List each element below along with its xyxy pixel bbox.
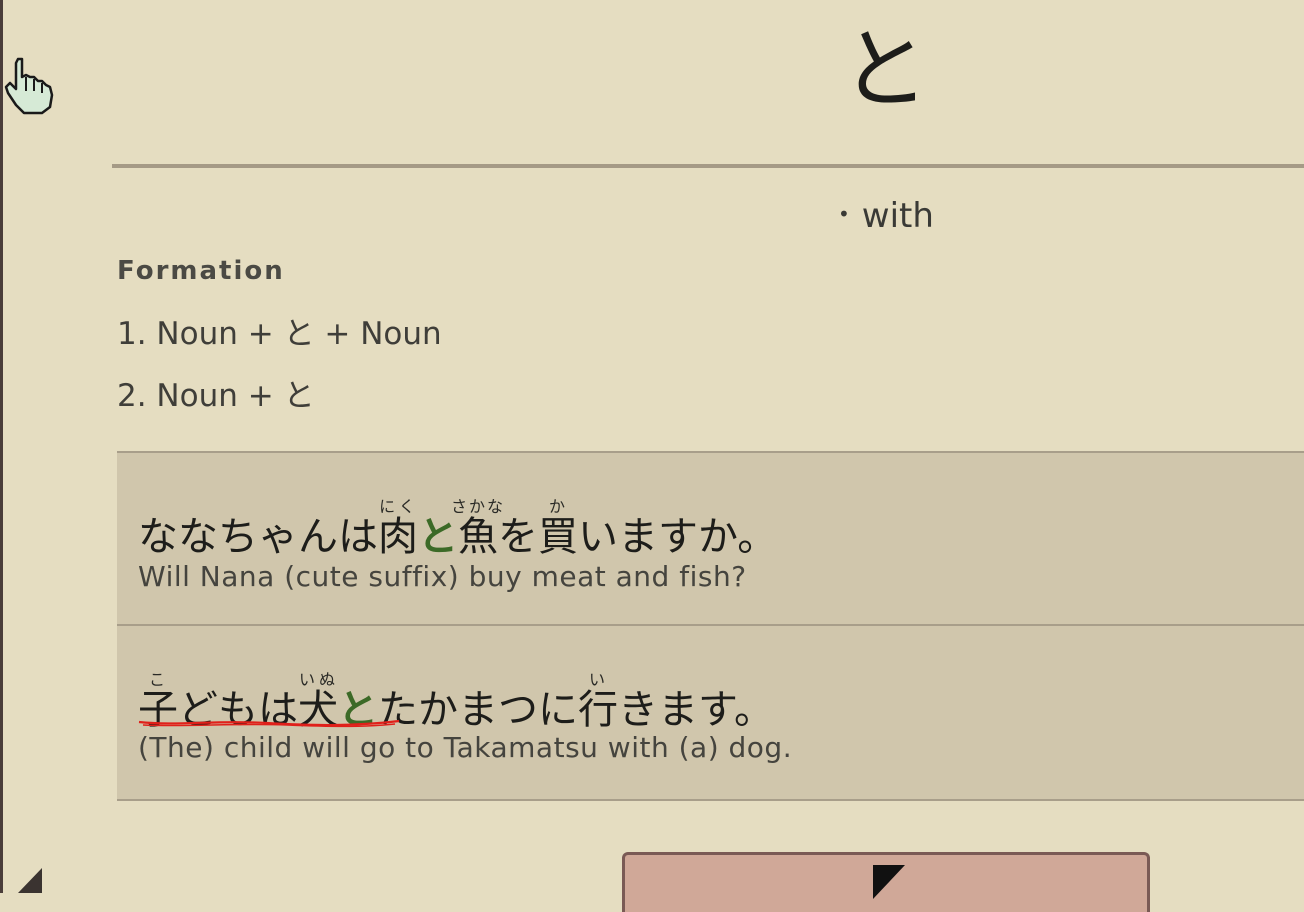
formation-heading: Formation [117,256,285,286]
english-translation: Will Nana (cute suffix) buy meat and fis… [138,560,747,593]
english-translation: (The) child will go to Takamatsu with (a… [138,731,793,764]
hand-cursor-icon [4,57,54,115]
red-squiggle-underline [138,719,400,728]
meaning-text: with [861,196,934,236]
japanese-sentence: ななちゃんは肉にくと魚さかなを買かいますか。 [138,497,777,562]
formation-item: 1. Noun + と + Noun [117,316,442,352]
next-button[interactable] [622,852,1150,912]
kanji-with-furigana: 魚さかな [451,497,506,560]
corner-triangle-icon[interactable] [18,868,42,893]
bullet-icon: • [838,202,850,226]
title-divider [112,164,1304,168]
grammar-point-title: と [840,18,929,121]
kanji-with-furigana: 行い [578,670,618,733]
sentence-text: を [498,514,538,560]
sentence-text: きます。 [618,687,774,733]
sentence-text: たかまつに [378,687,578,733]
sentence-text: ななちゃんは [138,514,378,560]
window-left-border [0,0,3,893]
example-sentence-card[interactable]: ななちゃんは肉にくと魚さかなを買かいますか。 Will Nana (cute s… [117,451,1304,626]
meaning-list-item: • with [838,192,934,238]
example-sentence-card[interactable]: 子こどもは犬いぬとたかまつに行いきます。 (The) child will go… [117,624,1304,801]
formation-item: 2. Noun + と [117,378,315,414]
pointer-cursor-icon [873,865,905,899]
kanji-with-furigana: 買か [538,497,578,560]
kanji-with-furigana: 肉にく [378,497,418,560]
sentence-text: いますか。 [578,514,778,560]
